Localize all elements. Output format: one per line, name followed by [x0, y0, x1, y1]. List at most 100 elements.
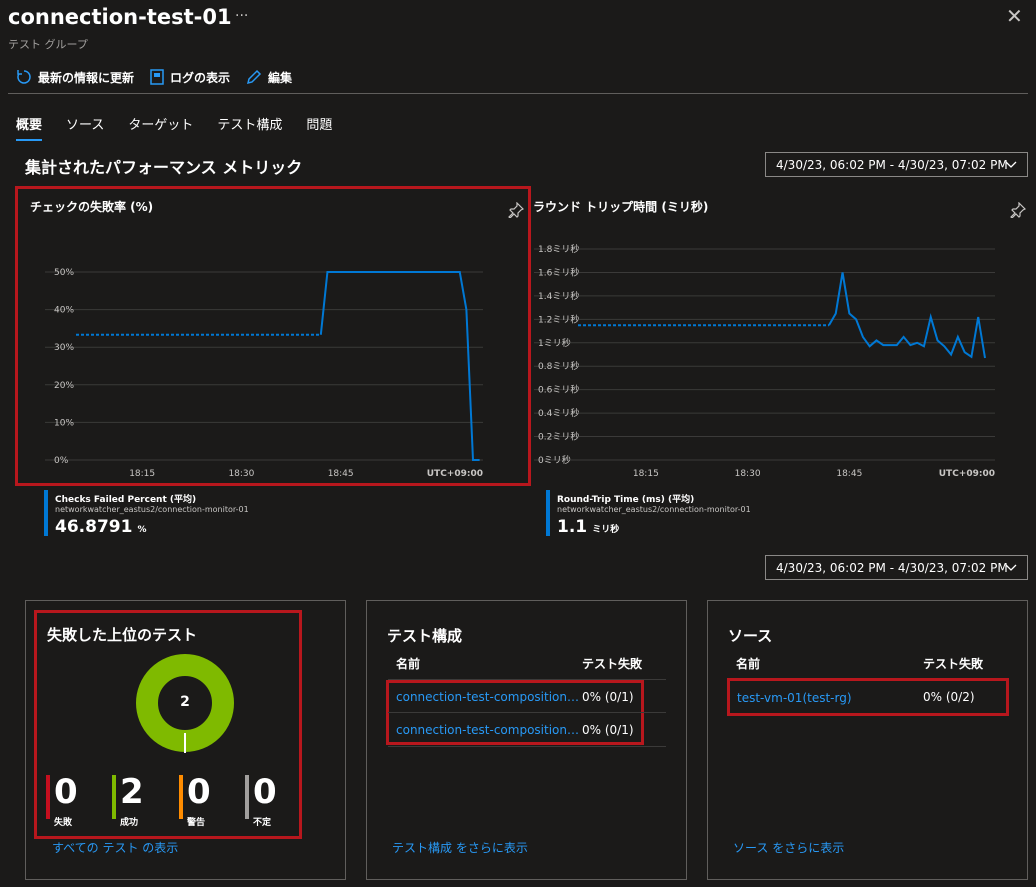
legend-value-group: 46.8791 % [55, 517, 147, 537]
x-tick-label: 18:45 [328, 469, 354, 479]
y-tick-label: 0% [54, 456, 69, 466]
stat-indeterminate-label: 不定 [253, 818, 272, 828]
y-tick-label: 1ミリ秒 [538, 337, 571, 349]
top-failed-title: 失敗した上位のテスト [47, 626, 198, 644]
stat-warning-value: 0 [187, 772, 211, 812]
x-tick-label: 18:30 [735, 469, 761, 479]
stat-color-bar [179, 775, 183, 819]
sources-title: ソース [728, 627, 773, 645]
time-range-dropdown[interactable]: 4/30/23, 06:02 PM - 4/30/23, 07:02 PM [765, 555, 1028, 580]
stat-color-bar [112, 775, 116, 819]
toolbar: 最新の情報に更新 ログの表示 編集 [16, 66, 292, 88]
y-tick-label: 10% [54, 418, 74, 428]
timezone-label: UTC+09:00 [427, 469, 483, 479]
y-tick-label: 1.8ミリ秒 [538, 243, 579, 255]
y-tick-label: 50% [54, 268, 74, 278]
legend-value: 1.1 [557, 517, 588, 537]
legend-unit: % [137, 525, 147, 535]
legend-series-name: Checks Failed Percent (平均) [55, 495, 197, 505]
stat-failed-value: 0 [54, 772, 78, 812]
tab-overview[interactable]: 概要 [16, 114, 43, 141]
page-subtitle: テスト グループ [8, 38, 88, 51]
pin-icon[interactable] [1010, 202, 1026, 218]
stat-failed-label: 失敗 [54, 818, 73, 828]
time-range-dropdown[interactable]: 4/30/23, 06:02 PM - 4/30/23, 07:02 PM [765, 152, 1028, 177]
edit-button[interactable]: 編集 [246, 69, 292, 86]
close-icon[interactable]: ✕ [1006, 4, 1023, 28]
row-divider [388, 746, 666, 747]
more-options-icon[interactable]: ··· [235, 8, 248, 24]
test-config-title: テスト構成 [387, 627, 463, 645]
pencil-icon [247, 69, 262, 85]
stat-indeterminate: 0 不定 [245, 775, 277, 828]
view-logs-label: ログの表示 [170, 70, 231, 85]
edit-label: 編集 [268, 70, 293, 85]
refresh-button[interactable]: 最新の情報に更新 [16, 69, 134, 86]
donut-center-value: 2 [180, 694, 190, 710]
series-line [319, 271, 480, 461]
col-header-name: 名前 [396, 657, 421, 671]
y-tick-label: 1.4ミリ秒 [538, 290, 579, 302]
rtt-chart-title: ラウンド トリップ時間 (ミリ秒) [533, 200, 709, 214]
x-tick-label: 18:15 [633, 469, 659, 479]
y-tick-label: 0.6ミリ秒 [538, 384, 579, 396]
y-tick-label: 30% [54, 343, 74, 353]
metrics-title: 集計されたパフォーマンス メトリック [25, 158, 303, 177]
y-tick-label: 0.8ミリ秒 [538, 360, 579, 372]
stat-success-label: 成功 [120, 818, 139, 828]
refresh-label: 最新の情報に更新 [38, 70, 135, 85]
view-logs-button[interactable]: ログの表示 [150, 69, 230, 86]
legend-series-source: networkwatcher_eastus2/connection-monito… [55, 505, 249, 514]
legend-series-source: networkwatcher_eastus2/connection-monito… [557, 505, 751, 514]
refresh-icon [17, 70, 31, 84]
y-tick-label: 0ミリ秒 [538, 454, 571, 466]
x-tick-label: 18:45 [836, 469, 862, 479]
col-header-test-failed: テスト失敗 [582, 657, 643, 671]
chevron-down-icon [1005, 564, 1017, 571]
stat-indeterminate-value: 0 [253, 772, 277, 812]
test-config-row-link[interactable]: connection-test-composition… [396, 690, 579, 704]
failure-rate-chart: 0% 10% 20% 30% 40% 50% 18:15 18:30 18:45 UTC+09:0… [45, 268, 483, 479]
x-tick-label: 18:30 [228, 469, 254, 479]
stat-failed: 0 失敗 [46, 775, 78, 828]
y-tick-label: 0.4ミリ秒 [538, 407, 579, 419]
test-config-row-link[interactable]: connection-test-composition… [396, 723, 579, 737]
source-row-link[interactable]: test-vm-01(test-rg) [737, 691, 852, 705]
tab-sources[interactable]: ソース [66, 114, 104, 141]
log-icon [150, 69, 164, 85]
view-all-tests-link[interactable]: すべての テスト の表示 [52, 839, 178, 856]
more-sources-link[interactable]: ソース をさらに表示 [733, 839, 844, 856]
tab-targets[interactable]: ターゲット [128, 114, 193, 141]
stat-color-bar [46, 775, 50, 819]
pin-icon[interactable] [508, 202, 524, 218]
tab-issues[interactable]: 問題 [306, 114, 332, 141]
legend-color-bar [546, 490, 550, 536]
y-tick-label: 20% [54, 381, 74, 391]
col-header-name: 名前 [736, 657, 761, 671]
stat-success-value: 2 [120, 772, 144, 812]
source-row-fail: 0% (0/2) [923, 690, 975, 704]
col-header-test-failed: テスト失敗 [923, 657, 984, 671]
test-config-row-fail: 0% (0/1) [582, 723, 634, 737]
legend-series-name: Round-Trip Time (ms) (平均) [557, 495, 695, 505]
more-test-config-link[interactable]: テスト構成 をさらに表示 [392, 839, 528, 856]
y-tick-label: 1.6ミリ秒 [538, 266, 579, 278]
legend-value-group: 1.1 ミリ秒 [557, 517, 619, 537]
timezone-label: UTC+09:00 [939, 469, 995, 479]
series-line [828, 272, 986, 359]
stat-color-bar [245, 775, 249, 819]
stat-warning: 0 警告 [179, 775, 211, 828]
stat-success: 2 成功 [112, 775, 144, 828]
legend-unit: ミリ秒 [592, 525, 620, 535]
tab-bar: 概要 ソース ターゲット テスト構成 問題 [16, 114, 332, 141]
chevron-down-icon [1005, 161, 1017, 168]
rtt-chart: 0ミリ秒 0.2ミリ秒 0.4ミリ秒 0.6ミリ秒 0.8ミリ秒 1ミリ秒 1.2ミリ秒 1.… [534, 243, 995, 479]
time-range-value: 4/30/23, 06:02 PM - 4/30/23, 07:02 PM [776, 157, 1008, 172]
row-divider [388, 712, 666, 713]
page-title: connection-test-01 [8, 5, 232, 29]
failure-rate-chart-title: チェックの失敗率 (%) [30, 200, 154, 214]
legend-value: 46.8791 [55, 517, 133, 537]
stat-warning-label: 警告 [187, 818, 206, 828]
tab-test-config[interactable]: テスト構成 [217, 114, 282, 141]
divider [8, 93, 1028, 94]
